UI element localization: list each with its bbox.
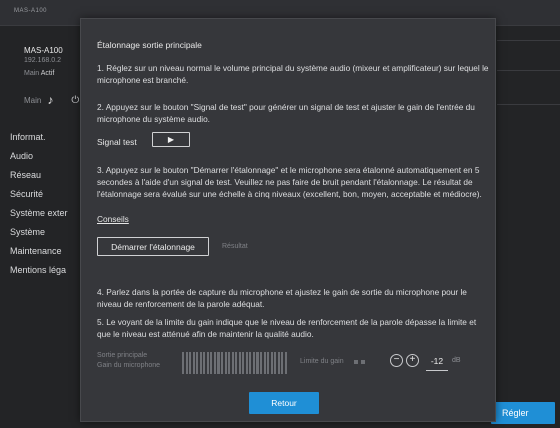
step-5-text: 5. Le voyant de la limite du gain indiqu…	[97, 317, 477, 339]
start-calibration-button[interactable]: Démarrer l'étalonnage	[97, 237, 209, 256]
increase-gain-button[interactable]: +	[406, 354, 419, 367]
play-icon: ▶	[167, 135, 175, 144]
divider	[497, 40, 560, 41]
sidebar-nav: Informat. Audio Réseau Sécurité Système …	[6, 128, 80, 280]
device-state-label: Main	[24, 70, 40, 77]
calibration-dialog: Étalonnage sortie principale 1. Réglez s…	[80, 18, 496, 422]
device-name: MAS-A100	[24, 46, 63, 55]
device-state: Main Actif	[24, 70, 54, 77]
sidebar: MAS-A100 192.168.0.2 Main Actif Main ♪ ⏻…	[0, 26, 80, 428]
apply-button[interactable]: Régler	[491, 402, 555, 424]
signal-test-play-button[interactable]: ▶	[152, 132, 190, 147]
divider	[497, 70, 560, 71]
signal-test-label: Signal test	[97, 137, 137, 147]
device-ip: 192.168.0.2	[24, 57, 61, 64]
divider	[497, 104, 560, 105]
sidebar-item-security[interactable]: Sécurité	[6, 185, 80, 204]
step-2-text: 2. Appuyez sur le bouton "Signal de test…	[97, 102, 475, 124]
sidebar-item-audio[interactable]: Audio	[6, 147, 80, 166]
sidebar-item-network[interactable]: Réseau	[6, 166, 80, 185]
sidebar-item-external-system[interactable]: Système exter	[6, 204, 80, 223]
main-output-row: Main ♪ ⏻	[24, 93, 79, 107]
step-3-text: 3. Appuyez sur le bouton "Démarrer l'éta…	[97, 165, 482, 199]
main-output-label: Main	[24, 95, 42, 105]
step-1-text: 1. Réglez sur un niveau normal le volume…	[97, 63, 489, 85]
gain-limit-label: Limite du gain	[300, 358, 344, 365]
gain-limit-indicator	[354, 358, 365, 364]
power-icon[interactable]: ⏻	[71, 95, 79, 106]
step-4-text: 4. Parlez dans la portée de capture du m…	[97, 287, 467, 309]
back-button[interactable]: Retour	[249, 392, 319, 414]
dialog-title: Étalonnage sortie principale	[97, 40, 202, 50]
level-meter	[182, 352, 287, 374]
music-note-icon[interactable]: ♪	[47, 93, 53, 107]
sidebar-item-information[interactable]: Informat.	[6, 128, 80, 147]
sidebar-item-legal[interactable]: Mentions léga	[6, 261, 80, 280]
gain-unit: dB	[452, 357, 461, 364]
gain-value-field[interactable]: -12	[426, 353, 448, 371]
tips-link[interactable]: Conseils	[97, 214, 129, 224]
device-state-value: Actif	[40, 70, 55, 77]
main-output-label: Sortie principale	[97, 352, 148, 359]
result-label: Résultat	[222, 243, 248, 250]
decrease-gain-button[interactable]: −	[390, 354, 403, 367]
sidebar-item-maintenance[interactable]: Maintenance	[6, 242, 80, 261]
brand-label: MAS-A100	[14, 8, 48, 14]
mic-gain-label: Gain du microphone	[97, 362, 161, 369]
sidebar-item-system[interactable]: Système	[6, 223, 80, 242]
